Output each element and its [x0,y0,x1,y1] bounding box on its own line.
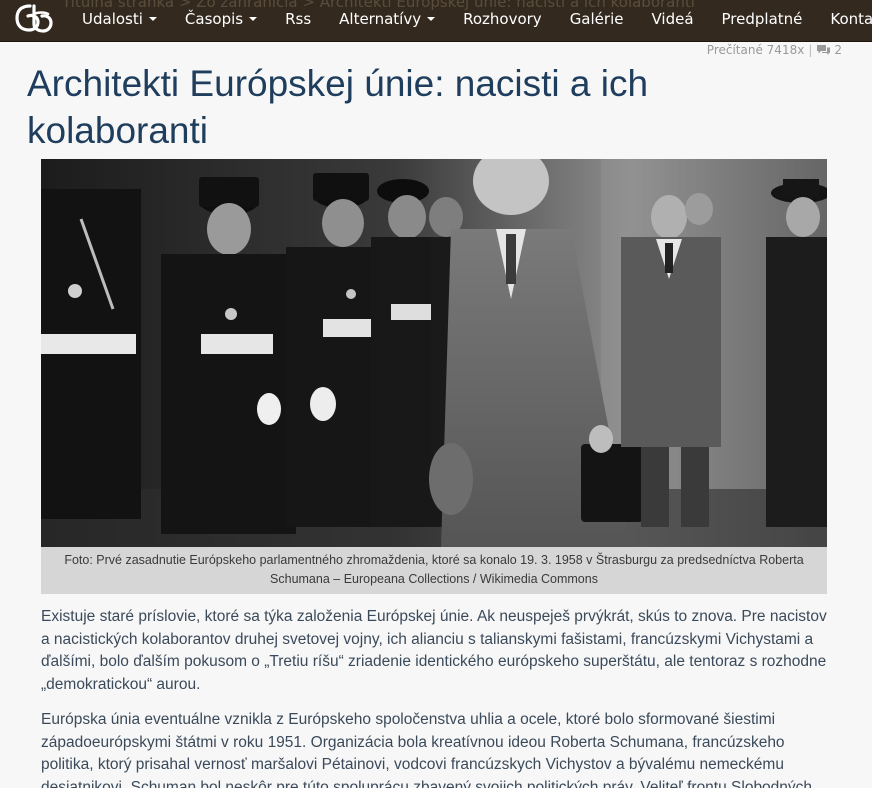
nav-item-casopis[interactable]: Časopis [171,1,271,37]
nav-item-predplatne[interactable]: Predplatné [708,1,817,37]
article-stats: Prečítané 7418x | 2 [707,43,842,57]
article-body: Existuje staré príslovie, ktoré sa týka … [41,606,831,788]
stats-separator: | [808,43,813,57]
nav-item-kontakt[interactable]: Kontakt [816,1,872,37]
article-hero-image[interactable] [41,159,827,547]
chevron-down-icon [427,17,436,21]
site-logo[interactable] [14,2,54,34]
nav-item-udalosti[interactable]: Udalosti [68,1,171,37]
top-navbar: Titulná stránka > Zo zahraničia > Archit… [0,0,872,42]
photo-illustration [41,159,827,547]
comments-icon [816,44,831,56]
main-nav: Udalosti Časopis Rss Alternatívy Rozhovo… [68,0,872,38]
nav-item-videa[interactable]: Videá [637,1,707,37]
chevron-down-icon [148,17,157,21]
chevron-down-icon [249,17,258,21]
comment-count: 2 [834,43,842,57]
logo-icon [15,4,53,33]
article-paragraph: Európska únia eventuálne vznikla z Európ… [41,711,813,788]
article-paragraph: Existuje staré príslovie, ktoré sa týka … [41,608,827,693]
nav-item-rozhovory[interactable]: Rozhovory [449,1,556,37]
image-caption: Foto: Prvé zasadnutie Európskeho parlame… [41,547,827,594]
read-count: Prečítané 7418x [706,43,805,57]
nav-item-alternativy[interactable]: Alternatívy [325,1,449,37]
page-title: Architekti Európskej únie: nacisti a ich… [27,63,649,151]
nav-item-rss[interactable]: Rss [271,1,325,37]
comments-link[interactable]: 2 [816,43,842,57]
nav-item-galerie[interactable]: Galérie [556,1,638,37]
